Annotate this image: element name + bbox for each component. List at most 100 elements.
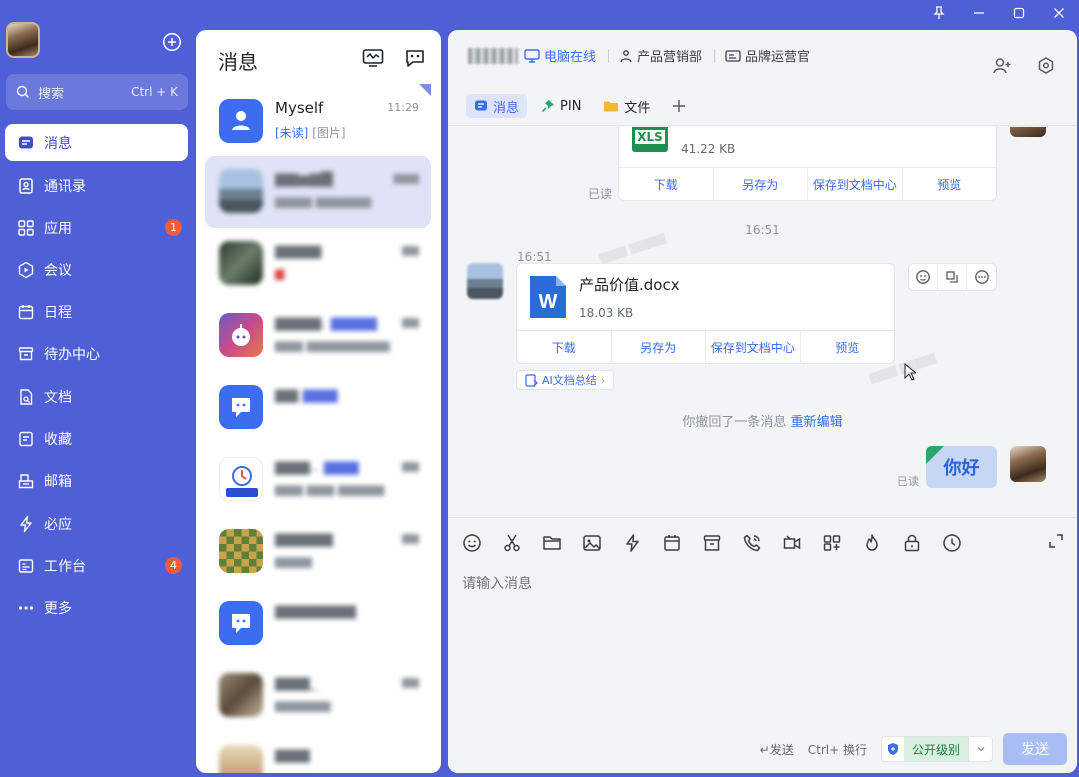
- search-icon: [16, 85, 29, 98]
- sidebar-item-workbench[interactable]: 工作台 4: [5, 547, 188, 584]
- chat-name-blurred: [468, 47, 518, 64]
- apps-grid-icon: [18, 219, 34, 236]
- add-tab-button[interactable]: [664, 94, 694, 118]
- conversation-item[interactable]: ▆▆▆.. ▆▆▆ ▆▆ ▆▆▆ ▆▆▆ ▆▆▆▆▆: [205, 444, 431, 516]
- conversation-item[interactable]: ▆▆▆▆▆▆▆: [205, 588, 431, 660]
- tab-files[interactable]: 文件: [595, 94, 658, 118]
- logo-icon: [226, 466, 258, 497]
- emoji-reaction-button[interactable]: [909, 264, 938, 290]
- calendar-icon: [664, 535, 680, 551]
- pin-window-button[interactable]: [919, 0, 959, 26]
- tab-label: PIN: [560, 98, 582, 114]
- emoji-button[interactable]: [462, 532, 502, 554]
- close-button[interactable]: [1039, 0, 1079, 26]
- save-as-button[interactable]: 另存为: [714, 168, 808, 200]
- save-to-docs-button[interactable]: 保存到文档中心: [706, 331, 801, 363]
- security-level-select[interactable]: 公开级别: [880, 736, 993, 762]
- send-image-button[interactable]: [582, 532, 622, 554]
- burn-after-read-button[interactable]: [862, 532, 902, 554]
- conversation-item[interactable]: ▆▆▆▆ ▆▆ ▆: [205, 228, 431, 300]
- screenshot-button[interactable]: [502, 532, 542, 554]
- message-input[interactable]: [462, 576, 1022, 592]
- send-button[interactable]: 发送: [1003, 733, 1067, 765]
- video-meeting-button[interactable]: [782, 532, 822, 554]
- clock-icon: [943, 534, 961, 552]
- conversation-time: ▆▆: [402, 243, 419, 256]
- preview-button[interactable]: 预览: [903, 168, 997, 200]
- expand-composer-button[interactable]: [1049, 534, 1063, 548]
- conversation-time: ▆▆: [402, 315, 419, 328]
- sidebar-item-apps[interactable]: 应用 1: [5, 209, 188, 246]
- message-time: 16:51: [517, 250, 552, 264]
- conversation-avatar: [219, 241, 263, 285]
- ding-button[interactable]: [622, 532, 662, 554]
- conversation-item[interactable]: ▆▆▆▆. ▆▆▆▆ ▆▆ ▆▆▆ ▆▆▆▆▆▆▆▆▆: [205, 300, 431, 372]
- scheduled-send-button[interactable]: [942, 532, 982, 554]
- add-user-icon: [993, 58, 1011, 74]
- sidebar-item-todo[interactable]: 待办中心: [5, 335, 188, 372]
- tab-messages[interactable]: 消息: [466, 94, 528, 118]
- schedule-button[interactable]: [662, 532, 702, 554]
- file-message-docx[interactable]: W 产品价值.docx 18.03 KB 下载 另存为 保存到文档中心 预览: [516, 263, 895, 364]
- sidebar-item-label: 消息: [44, 135, 72, 152]
- chat-settings-button[interactable]: [1036, 56, 1056, 76]
- download-button[interactable]: 下载: [517, 331, 612, 363]
- contacts-icon: [19, 177, 33, 194]
- sidebar-item-calendar[interactable]: 日程: [5, 293, 188, 330]
- sticker-message[interactable]: 你好: [926, 446, 997, 488]
- sidebar-item-label: 收藏: [44, 431, 72, 448]
- download-button[interactable]: 下载: [619, 168, 714, 200]
- re-edit-link[interactable]: 重新编辑: [791, 415, 843, 430]
- save-as-button[interactable]: 另存为: [612, 331, 706, 363]
- video-icon: [783, 535, 801, 550]
- ai-summary-button[interactable]: AI文档总结 ›: [516, 370, 615, 390]
- sidebar-item-ding[interactable]: 必应: [5, 505, 188, 542]
- sidebar-item-label: 会议: [44, 262, 72, 279]
- preview-button[interactable]: 预览: [801, 331, 895, 363]
- search-input[interactable]: 搜索 Ctrl + K: [6, 74, 188, 110]
- create-button[interactable]: [162, 32, 182, 52]
- sidebar-item-mail[interactable]: 邮箱: [5, 462, 188, 499]
- read-receipt: 已读: [588, 187, 613, 201]
- add-member-button[interactable]: [992, 56, 1012, 76]
- conversation-item[interactable]: ▆▆▆▆▆ ▆▆ ▆▆▆▆: [205, 516, 431, 588]
- sidebar-item-docs[interactable]: 文档: [5, 378, 188, 415]
- chat-header: 电脑在线 产品营销部 品牌运营官 消息 PIN 文件: [448, 30, 1077, 126]
- sidebar-item-messages[interactable]: 消息: [5, 124, 188, 161]
- send-file-button[interactable]: [542, 532, 582, 554]
- screen-share-button[interactable]: [822, 532, 862, 554]
- sidebar-item-label: 邮箱: [44, 473, 72, 490]
- sidebar-item-more[interactable]: 更多: [5, 589, 188, 626]
- sidebar-item-contacts[interactable]: 通讯录: [5, 167, 188, 204]
- conversation-list: 消息 Myself 11:29 [未读] [图片] ▆▆▅▆▇ ▆▆▆ ▆▆▆▆…: [196, 30, 441, 773]
- sidebar-item-meeting[interactable]: 会议: [5, 251, 188, 288]
- sidebar-item-favorites[interactable]: 收藏: [5, 420, 188, 457]
- archive-icon: [703, 535, 721, 551]
- conversation-item-selected[interactable]: ▆▆▅▆▇ ▆▆▆ ▆▆▆▆ ▆▆▆▆▆▆: [205, 156, 431, 228]
- secret-message-button[interactable]: [902, 532, 942, 554]
- screen-share-button[interactable]: [362, 48, 384, 68]
- tab-pin[interactable]: PIN: [533, 94, 589, 118]
- conversation-avatar: [219, 745, 263, 773]
- conversation-item[interactable]: Myself 11:29 [未读] [图片]: [205, 86, 431, 158]
- maximize-button[interactable]: [999, 0, 1039, 26]
- new-chat-button[interactable]: [404, 48, 426, 68]
- conversation-item[interactable]: ▆▆▆_ ▆▆ ▆▆▆▆▆▆: [205, 660, 431, 732]
- conversation-item[interactable]: ▆▆ ▆▆▆: [205, 372, 431, 444]
- more-actions-button[interactable]: [967, 264, 996, 290]
- sender-avatar: [467, 263, 503, 299]
- quote-reply-button[interactable]: [938, 264, 967, 290]
- bot-icon: [232, 324, 250, 346]
- expand-icon: [1049, 534, 1063, 548]
- role-label: 品牌运营官: [745, 50, 811, 65]
- save-to-docs-button[interactable]: 保存到文档中心: [808, 168, 903, 200]
- minimize-button[interactable]: [959, 0, 999, 26]
- my-avatar[interactable]: [6, 22, 40, 58]
- conversation-item[interactable]: ▆▆▆: [205, 732, 431, 773]
- voice-call-button[interactable]: [742, 532, 782, 554]
- sidebar-item-label: 待办中心: [44, 346, 100, 363]
- mouse-cursor: [904, 363, 916, 381]
- todo-button[interactable]: [702, 532, 742, 554]
- document-icon: [20, 388, 33, 405]
- file-message-xls[interactable]: XLS 41.22 KB 下载 另存为 保存到文档中心 预览: [618, 127, 997, 201]
